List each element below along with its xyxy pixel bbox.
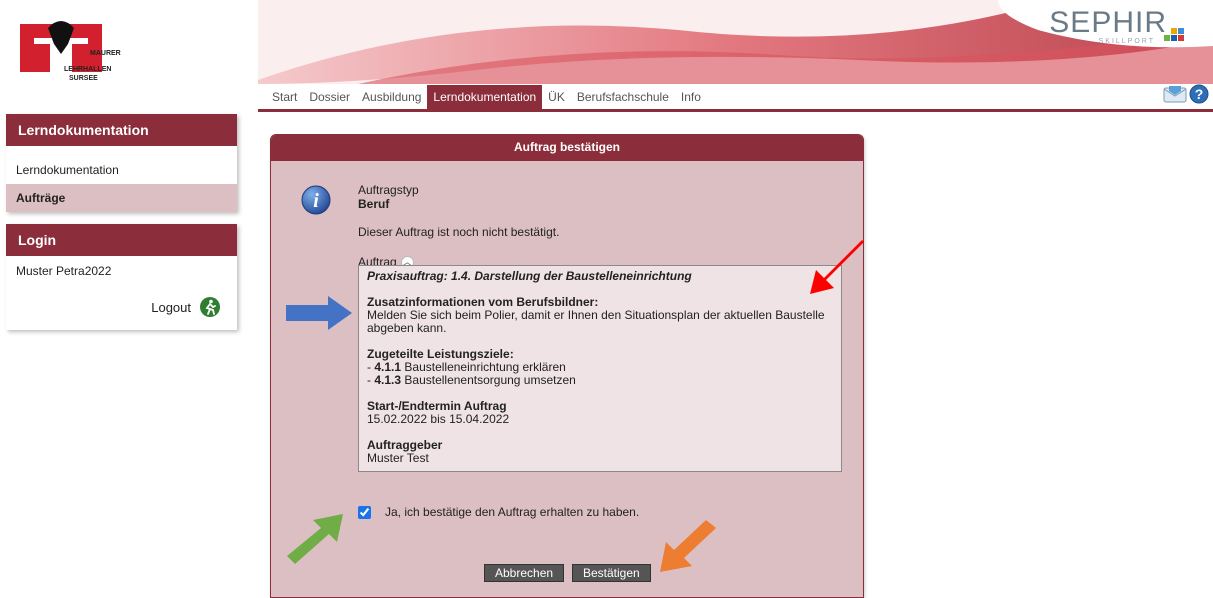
order-type-value: Beruf (358, 197, 390, 211)
nav-info[interactable]: Info (675, 85, 707, 109)
client-title: Auftraggeber (367, 438, 443, 452)
logo-text-sursee: SURSEE (69, 75, 98, 82)
svg-text:?: ? (1195, 86, 1204, 102)
nav-start[interactable]: Start (266, 85, 303, 109)
sidebar: Lerndokumentation Lerndokumentation Auft… (6, 114, 237, 330)
sidebar-item-auftraege[interactable]: Aufträge (6, 184, 237, 212)
main-navigation: Start Dossier Ausbildung Lerndokumentati… (266, 85, 707, 109)
brand-square-icon (1171, 35, 1177, 41)
orange-arrow-icon (660, 520, 716, 572)
nav-lerndokumentation[interactable]: Lerndokumentation (427, 85, 543, 109)
sidebar-section-lerndokumentation: Lerndokumentation Lerndokumentation Auft… (6, 114, 237, 212)
skillport-text: SKILLPORT (1098, 38, 1155, 45)
maurer-logo[interactable]: MAURER LEHRHALLEN SURSEE (20, 14, 140, 94)
order-type-label: Auftragstyp (358, 183, 419, 197)
goal-item-2: - 4.1.3 Baustellenentsorgung umsetzen (367, 373, 576, 387)
nav-uek[interactable]: ÜK (542, 85, 571, 109)
order-status-text: Dieser Auftrag ist noch nicht bestätigt. (358, 225, 560, 239)
brand-square-icon (1171, 28, 1177, 34)
sephir-brand: SEPHIR (1049, 6, 1167, 39)
mail-icon[interactable] (1163, 85, 1187, 103)
order-summary: Auftragstyp Beruf Dieser Auftrag ist noc… (358, 183, 843, 270)
nav-underline (258, 109, 1213, 112)
logo-text-lehrhallen: LEHRHALLEN (64, 66, 112, 73)
panel-title: Auftrag bestätigen (271, 135, 863, 161)
confirm-receipt-row[interactable]: Ja, ich bestätige den Auftrag erhalten z… (358, 505, 639, 519)
header-icons: ? (1163, 84, 1209, 104)
brand-square-icon (1164, 35, 1170, 41)
info-icon: i (301, 185, 331, 215)
logout-label: Logout (151, 299, 191, 315)
confirm-receipt-checkbox[interactable] (358, 505, 371, 519)
order-heading: Praxisauftrag: 1.4. Darstellung der Baus… (367, 269, 692, 283)
sidebar-section-login: Login Muster Petra2022 Logout (6, 224, 237, 330)
order-detail-box: Praxisauftrag: 1.4. Darstellung der Baus… (358, 265, 842, 472)
logged-in-user: Muster Petra2022 (16, 264, 112, 278)
confirm-receipt-label: Ja, ich bestätige den Auftrag erhalten z… (385, 505, 640, 519)
header-banner: SEPHIR SKILLPORT (258, 0, 1213, 84)
blue-arrow-icon (286, 296, 352, 330)
logout-run-icon (200, 297, 220, 317)
goal-1-text: Baustelleneinrichtung erklären (404, 360, 566, 374)
dates-value: 15.02.2022 bis 15.04.2022 (367, 412, 510, 426)
green-arrow-icon (287, 514, 343, 564)
client-value: Muster Test (367, 451, 429, 465)
info-line-2: abgeben kann. (367, 321, 447, 335)
help-icon[interactable]: ? (1189, 84, 1209, 104)
goal-2-code: 4.1.3 (374, 373, 402, 387)
nav-berufsfachschule[interactable]: Berufsfachschule (571, 85, 675, 109)
confirm-button[interactable]: Bestätigen (572, 564, 651, 582)
cancel-button[interactable]: Abbrechen (484, 564, 565, 582)
sidebar-item-lerndokumentation[interactable]: Lerndokumentation (6, 156, 237, 184)
nav-dossier[interactable]: Dossier (303, 85, 356, 109)
svg-text:i: i (313, 190, 319, 212)
brand-square-icon (1178, 28, 1184, 34)
red-arrow-icon (810, 240, 864, 294)
sidebar-section-title: Lerndokumentation (6, 114, 237, 146)
logo-text-maurer: MAURER (90, 50, 121, 57)
logout-button[interactable]: Logout (6, 286, 237, 330)
nav-ausbildung[interactable]: Ausbildung (356, 85, 427, 109)
goal-1-code: 4.1.1 (374, 360, 402, 374)
goal-2-text: Baustellenentsorgung umsetzen (404, 373, 576, 387)
confirm-order-panel: Auftrag bestätigen i Auftragstyp Beruf D… (270, 134, 864, 598)
sidebar-login-title: Login (6, 224, 237, 256)
brand-square-icon (1178, 35, 1184, 41)
